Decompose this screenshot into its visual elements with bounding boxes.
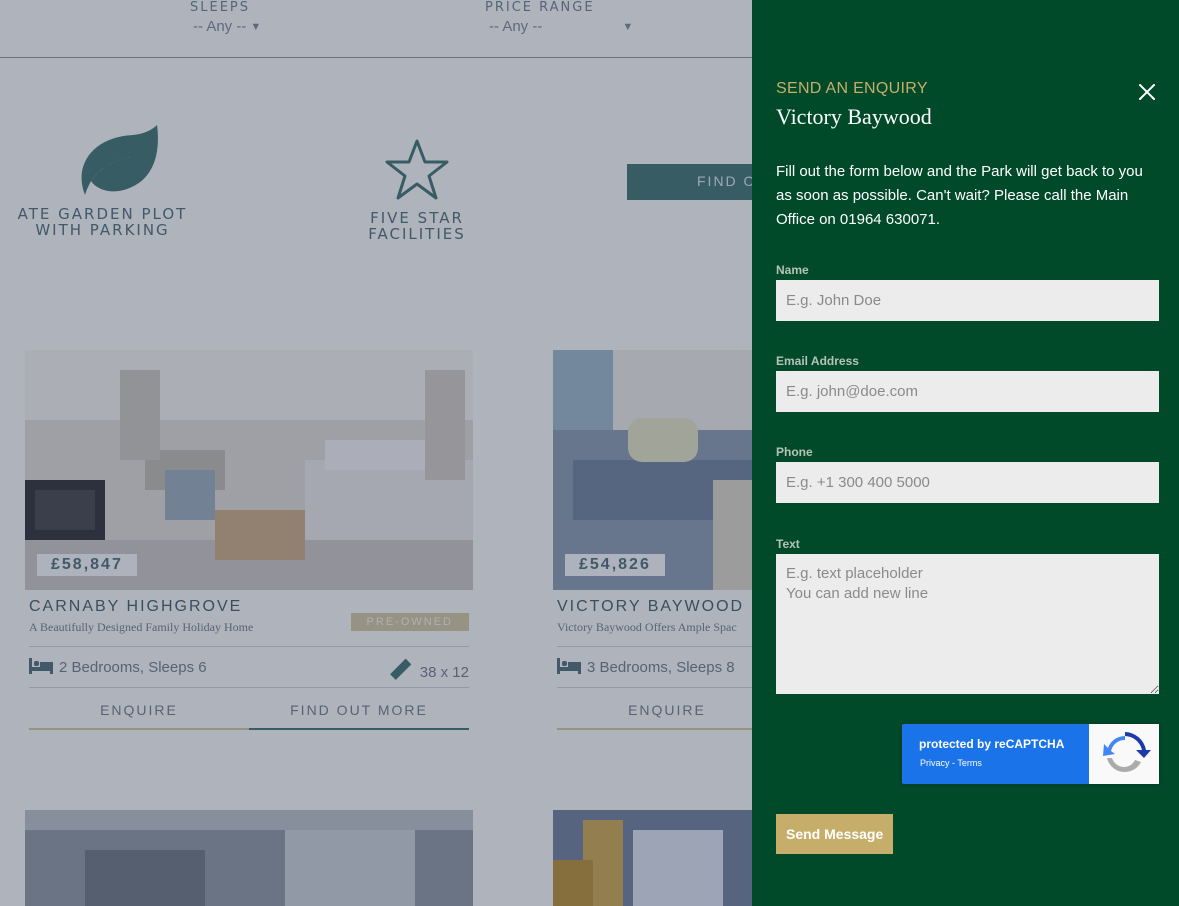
name-field[interactable] xyxy=(776,280,1159,321)
recaptcha-links[interactable]: Privacy - Terms xyxy=(920,758,982,768)
text-field-label: Text xyxy=(776,537,800,551)
email-field[interactable] xyxy=(776,371,1159,412)
recaptcha-text: protected by reCAPTCHA xyxy=(919,737,1065,751)
email-field-label: Email Address xyxy=(776,354,859,368)
send-message-button[interactable]: Send Message xyxy=(776,814,894,854)
phone-field[interactable] xyxy=(776,462,1159,503)
panel-eyebrow: SEND AN ENQUIRY xyxy=(776,80,928,97)
close-button[interactable] xyxy=(1137,82,1157,102)
phone-field-label: Phone xyxy=(776,445,813,459)
recaptcha-badge[interactable]: protected by reCAPTCHA Privacy - Terms xyxy=(902,724,1159,784)
message-textarea[interactable] xyxy=(776,554,1159,694)
recaptcha-logo-icon xyxy=(1103,732,1151,773)
modal-backdrop[interactable] xyxy=(0,0,752,906)
panel-intro: Fill out the form below and the Park wil… xyxy=(776,163,1143,228)
name-field-label: Name xyxy=(776,263,809,277)
panel-title: Victory Baywood xyxy=(776,104,932,129)
close-icon xyxy=(1139,84,1155,100)
enquiry-panel: SEND AN ENQUIRY Victory Baywood Fill out… xyxy=(752,0,1179,906)
